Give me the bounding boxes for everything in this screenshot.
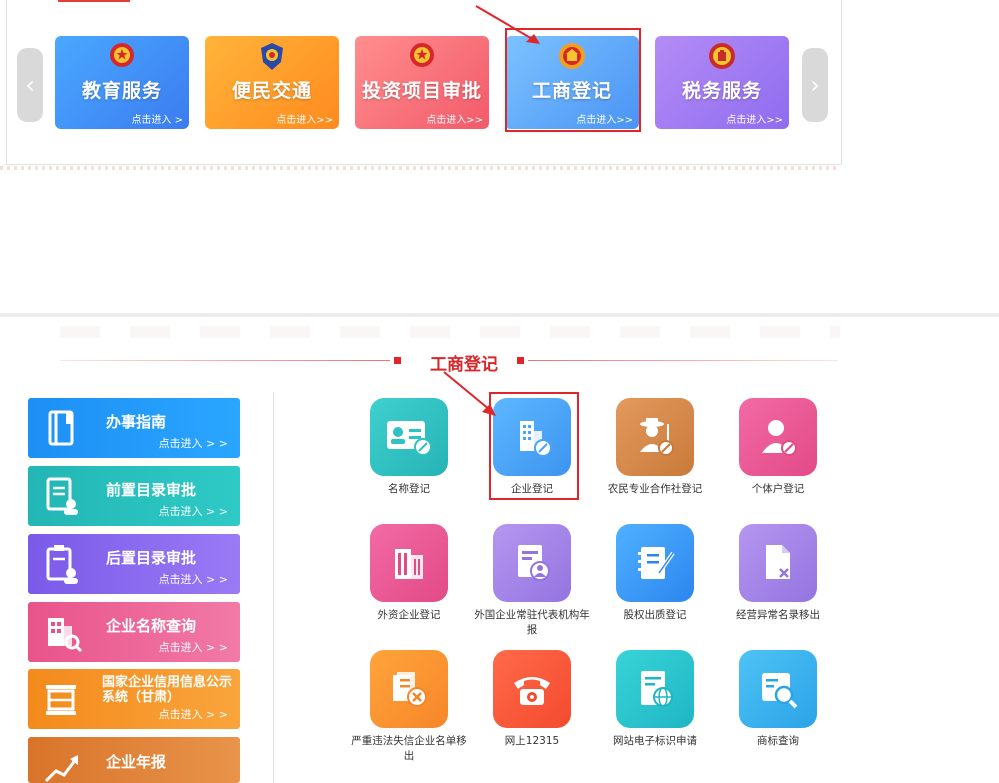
farmer-edit-icon xyxy=(616,398,694,476)
function-cooperative-registration[interactable]: 农民专业合作社登记 xyxy=(593,398,717,497)
service-card-traffic[interactable]: 便民交通 点击进入>> xyxy=(205,36,339,129)
table-icon xyxy=(46,685,76,715)
document-cancel-icon xyxy=(370,650,448,728)
section-title-line-left xyxy=(60,360,390,361)
service-card-title: 税务服务 xyxy=(681,80,762,102)
person-edit-icon xyxy=(739,398,817,476)
function-enterprise-registration[interactable]: 企业登记 xyxy=(470,398,594,497)
enter-link[interactable]: 点击进入>> xyxy=(576,111,633,126)
vertical-divider xyxy=(273,392,274,783)
function-individual-registration[interactable]: 个体户登记 xyxy=(716,398,840,497)
function-website-e-identifier[interactable]: 网站电子标识申请 xyxy=(593,650,717,749)
function-label: 网站电子标识申请 xyxy=(613,735,697,747)
faded-nav-strip xyxy=(60,326,840,338)
service-card-investment[interactable]: 投资项目审批 点击进入>> xyxy=(355,36,489,129)
function-foreign-rep-annual-report[interactable]: 外国企业常驻代表机构年报 xyxy=(470,524,594,638)
service-card-title: 工商登记 xyxy=(531,80,612,102)
function-label: 名称登记 xyxy=(388,483,430,495)
enter-link[interactable]: 点击进入 > > xyxy=(159,639,228,655)
dotted-divider xyxy=(0,166,840,170)
national-emblem-icon xyxy=(410,43,434,67)
carousel-prev-button[interactable]: ‹ xyxy=(17,48,43,122)
skyscraper-icon xyxy=(370,524,448,602)
service-card-education[interactable]: 教育服务 点击进入 > xyxy=(55,36,189,129)
building-search-icon xyxy=(48,618,83,653)
function-equity-pledge-registration[interactable]: 股权出质登记 xyxy=(593,524,717,623)
enter-link[interactable]: 点击进入 > xyxy=(131,111,183,126)
sidebar-item-label: 前置目录审批 xyxy=(106,481,197,499)
document-remove-icon xyxy=(739,524,817,602)
function-label: 外资企业登记 xyxy=(377,609,441,621)
function-online-12315[interactable]: 网上12315 xyxy=(470,650,594,749)
business-badge-icon xyxy=(559,43,585,69)
national-emblem-icon xyxy=(110,43,134,67)
function-trademark-search[interactable]: 商标查询 xyxy=(716,650,840,749)
tax-badge-icon xyxy=(709,43,735,69)
function-label: 农民专业合作社登记 xyxy=(607,483,703,495)
document-globe-icon xyxy=(616,650,694,728)
section-title-square-right xyxy=(517,357,524,364)
function-abnormal-list-removal[interactable]: 经营异常名录移出 xyxy=(716,524,840,623)
sidebar-item-label: 后置目录审批 xyxy=(106,549,197,567)
sidebar-item-label: 办事指南 xyxy=(106,413,167,431)
book-icon xyxy=(48,410,74,446)
function-label: 企业登记 xyxy=(511,483,553,495)
enter-link[interactable]: 点击进入>> xyxy=(726,111,783,126)
enter-link[interactable]: 点击进入>> xyxy=(426,111,483,126)
sidebar-item-credit-system[interactable]: 国家企业信用信息公示系统（甘肃） 点击进入 > > xyxy=(28,669,240,729)
function-name-registration[interactable]: 名称登记 xyxy=(347,398,471,497)
trend-chart-icon xyxy=(44,755,78,783)
function-label: 严重违法失信企业名单移出 xyxy=(351,735,467,762)
enter-link[interactable]: 点击进入>> xyxy=(276,111,333,126)
sidebar-item-post-approval[interactable]: 后置目录审批 点击进入 > > xyxy=(28,534,240,594)
screenshot-separator xyxy=(0,313,999,317)
function-label: 商标查询 xyxy=(757,735,799,747)
service-card-business-registration[interactable]: 工商登记 点击进入>> xyxy=(505,36,639,129)
sidebar-item-annual-report[interactable]: 企业年报 xyxy=(28,737,240,783)
service-card-tax[interactable]: 税务服务 点击进入>> xyxy=(655,36,789,129)
document-search-icon xyxy=(739,650,817,728)
top-accent-line xyxy=(58,0,130,2)
clipboard-user-icon xyxy=(46,545,78,584)
function-label: 个体户登记 xyxy=(751,483,805,495)
function-foreign-enterprise-registration[interactable]: 外资企业登记 xyxy=(347,524,471,623)
sidebar-item-label: 企业名称查询 xyxy=(106,617,197,635)
telephone-icon xyxy=(493,650,571,728)
carousel-next-button[interactable]: › xyxy=(802,48,828,122)
function-serious-violation-list-removal[interactable]: 严重违法失信企业名单移出 xyxy=(347,650,471,764)
building-edit-icon xyxy=(493,398,571,476)
service-card-title: 投资项目审批 xyxy=(361,80,482,102)
document-person-icon xyxy=(493,524,571,602)
document-user-icon xyxy=(46,477,78,515)
sidebar-item-label: 企业年报 xyxy=(106,753,167,771)
function-label: 网上12315 xyxy=(504,735,560,747)
police-badge-icon xyxy=(261,43,283,70)
section-title-square-left xyxy=(394,357,401,364)
enter-link[interactable]: 点击进入 > > xyxy=(159,706,228,722)
function-label: 外国企业常驻代表机构年报 xyxy=(474,609,590,636)
enter-link[interactable]: 点击进入 > > xyxy=(159,571,228,587)
section-title: 工商登记 xyxy=(430,355,498,375)
enter-link[interactable]: 点击进入 > > xyxy=(159,503,228,519)
sidebar-item-guide[interactable]: 办事指南 点击进入 > > xyxy=(28,398,240,458)
service-card-title: 教育服务 xyxy=(81,80,162,102)
function-label: 股权出质登记 xyxy=(623,609,687,621)
section-title-line-right xyxy=(528,360,838,361)
notebook-pen-icon xyxy=(616,524,694,602)
function-label: 经营异常名录移出 xyxy=(736,609,820,621)
sidebar-item-name-search[interactable]: 企业名称查询 点击进入 > > xyxy=(28,602,240,662)
sidebar-item-label: 国家企业信用信息公示系统（甘肃） xyxy=(102,675,233,705)
screenshot-composite: ‹ › 教育服务 点击进入 > 便民交通 点击进入>> 投资项目审批 点击进入>… xyxy=(0,0,999,783)
service-card-title: 便民交通 xyxy=(231,80,312,102)
sidebar-item-pre-approval[interactable]: 前置目录审批 点击进入 > > xyxy=(28,466,240,526)
enter-link[interactable]: 点击进入 > > xyxy=(159,435,228,451)
id-card-edit-icon xyxy=(370,398,448,476)
